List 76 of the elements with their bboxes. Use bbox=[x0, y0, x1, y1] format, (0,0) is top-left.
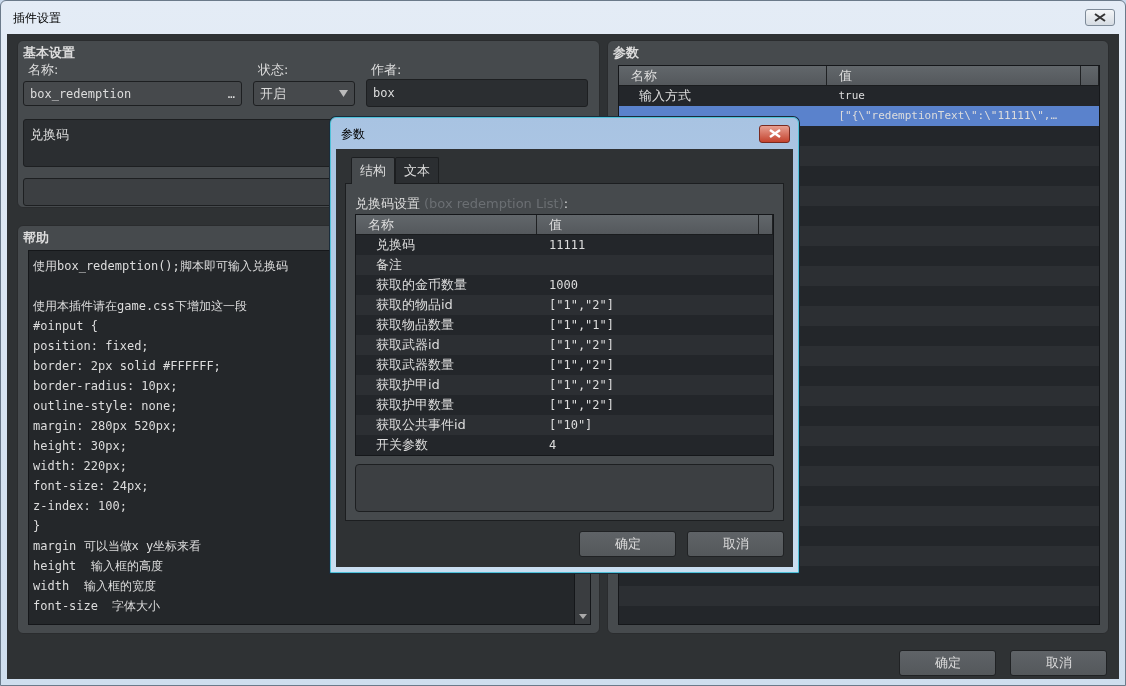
help-text-line: 使用本插件请在game.css下增加这一段 bbox=[33, 298, 247, 315]
author-field[interactable]: box bbox=[366, 79, 588, 107]
section-label: 兑换码设置 bbox=[355, 196, 420, 212]
panel-title: 参数 bbox=[612, 44, 639, 62]
help-text-line: height 输入框的高度 bbox=[33, 558, 163, 575]
column-header: 值 bbox=[537, 215, 759, 234]
help-text-line: 使用box_redemption();脚本即可输入兑换码 bbox=[33, 258, 288, 275]
field-name: 获取的金币数量 bbox=[375, 276, 468, 294]
dialog-button[interactable]: 确定 bbox=[579, 531, 676, 557]
help-text-line: #oinput { bbox=[33, 318, 99, 335]
field-name: 兑换码 bbox=[375, 236, 416, 254]
field-name: 获取物品数量 bbox=[375, 316, 455, 334]
field-name: 获取武器数量 bbox=[375, 356, 455, 374]
name-value: box_redemption bbox=[30, 85, 132, 103]
field-name: 获取护甲id bbox=[375, 376, 441, 394]
help-text-line: width 输入框的宽度 bbox=[33, 578, 156, 595]
field-value: ["10"] bbox=[548, 417, 593, 434]
field-name: 获取公共事件id bbox=[375, 416, 467, 434]
field-name: 开关参数 bbox=[375, 436, 429, 454]
field-label: 名称: bbox=[28, 62, 60, 78]
field-value: 11111 bbox=[548, 237, 586, 254]
dropdown-value: 开启 bbox=[260, 84, 286, 103]
field-value: ["1","2"] bbox=[548, 377, 615, 394]
field-value: 1000 bbox=[548, 277, 578, 294]
help-text-line: margin: 280px 520px; bbox=[33, 418, 178, 435]
close-button[interactable] bbox=[1085, 9, 1115, 26]
parameter-value: ["{\"redemptionText\":\"11111\",… bbox=[837, 108, 1058, 124]
help-text-line: z-index: 100; bbox=[33, 498, 127, 515]
field-value: ["1","2"] bbox=[548, 297, 615, 314]
close-icon bbox=[1094, 13, 1106, 22]
tab[interactable]: 结构 bbox=[351, 157, 395, 184]
name-field[interactable]: box_redemption … bbox=[23, 81, 242, 106]
ellipsis-button[interactable]: … bbox=[227, 84, 235, 103]
window-title: 插件设置 bbox=[13, 9, 61, 27]
field-value: ["1","1"] bbox=[548, 317, 615, 334]
field-label: 作者: bbox=[371, 62, 403, 78]
parameter-row[interactable]: 输入方式 true bbox=[618, 86, 1099, 106]
close-icon bbox=[768, 129, 781, 138]
author-value: box bbox=[373, 85, 395, 102]
dialog-button[interactable]: 取消 bbox=[1010, 650, 1107, 676]
panel-title: 基本设置 bbox=[23, 44, 75, 62]
field-value: ["1","2"] bbox=[548, 357, 615, 374]
description-text: 兑换码 bbox=[30, 126, 69, 144]
help-text-line: border-radius: 10px; bbox=[33, 378, 178, 395]
column-header: 名称 bbox=[618, 66, 827, 85]
help-text-line: height: 30px; bbox=[33, 438, 127, 455]
dialog-button[interactable]: 确定 bbox=[899, 650, 996, 676]
status-dropdown[interactable]: 开启 bbox=[253, 81, 355, 106]
field-name: 获取的物品id bbox=[375, 296, 454, 314]
panel-title: 帮助 bbox=[23, 229, 49, 247]
close-button[interactable] bbox=[759, 124, 790, 143]
help-text-line: font-size 字体大小 bbox=[33, 598, 161, 615]
parameter-name: 输入方式 bbox=[637, 87, 692, 105]
caret-down-icon bbox=[339, 90, 348, 97]
help-text-line: } bbox=[33, 518, 41, 535]
field-name: 获取护甲数量 bbox=[375, 396, 455, 414]
column-header: 值 bbox=[826, 66, 1081, 85]
help-text-line: width: 220px; bbox=[33, 458, 127, 475]
parameter-value: true bbox=[837, 88, 865, 104]
label-colon: : bbox=[563, 196, 569, 212]
field-name: 获取武器id bbox=[375, 336, 441, 354]
field-label: 状态: bbox=[258, 62, 290, 78]
field-value: ["1","2"] bbox=[548, 337, 615, 354]
help-text-line: margin 可以当做x y坐标来看 bbox=[33, 538, 202, 555]
help-text-line: position: fixed; bbox=[33, 338, 149, 355]
tab[interactable]: 文本 bbox=[395, 157, 439, 183]
help-text-line: border: 2px solid #FFFFFF; bbox=[33, 358, 221, 375]
dialog-title: 参数 bbox=[341, 125, 365, 143]
field-value: 4 bbox=[548, 437, 557, 454]
help-text-line: outline-style: none; bbox=[33, 398, 178, 415]
memo-field[interactable] bbox=[355, 464, 774, 512]
field-name: 备注 bbox=[375, 256, 403, 274]
dialog-button[interactable]: 取消 bbox=[687, 531, 784, 557]
field-value: ["1","2"] bbox=[548, 397, 615, 414]
column-header: 名称 bbox=[356, 215, 537, 234]
help-text-line: font-size: 24px; bbox=[33, 478, 149, 495]
